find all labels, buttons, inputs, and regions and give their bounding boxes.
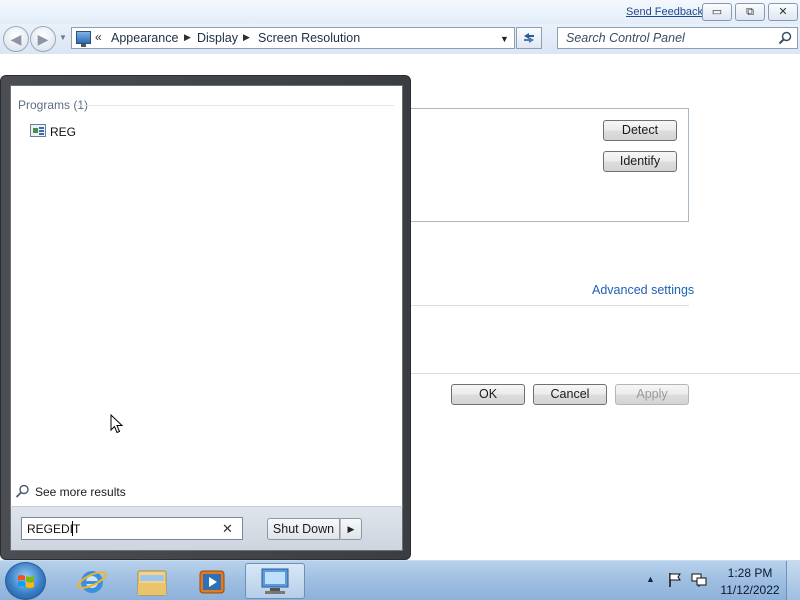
forward-button[interactable]: ▶ — [30, 26, 56, 52]
identify-button[interactable]: Identify — [603, 151, 677, 172]
breadcrumb-separator-icon[interactable]: ▶ — [184, 32, 191, 43]
shut-down-button[interactable]: Shut Down — [267, 518, 340, 540]
close-button[interactable]: ✕ — [768, 3, 798, 21]
breadcrumb-separator-icon[interactable]: ▶ — [243, 32, 250, 43]
search-control-panel-input[interactable]: Search Control Panel — [557, 27, 798, 49]
see-more-results-label: See more results — [35, 485, 126, 499]
show-hidden-icons-button[interactable]: ▲ — [646, 574, 655, 584]
mouse-cursor-icon — [110, 414, 124, 434]
taskbar-windows-explorer[interactable] — [123, 563, 181, 599]
cancel-button[interactable]: Cancel — [533, 384, 607, 405]
start-button[interactable] — [5, 562, 46, 600]
breadcrumb-overflow[interactable]: « — [95, 30, 102, 44]
windows-explorer-icon — [137, 570, 167, 596]
network-icon[interactable] — [691, 572, 707, 588]
clock-time[interactable]: 1:28 PM — [717, 566, 783, 580]
divider — [76, 105, 394, 106]
windows-logo-icon — [18, 575, 34, 588]
refresh-icon — [524, 33, 534, 43]
clear-search-icon[interactable]: ✕ — [222, 521, 233, 537]
divider — [405, 373, 800, 374]
clock-date[interactable]: 11/12/2022 — [717, 583, 783, 597]
chevron-right-icon: ▶ — [347, 524, 355, 534]
taskbar-internet-explorer[interactable] — [63, 563, 121, 599]
control-panel-icon — [76, 31, 91, 47]
address-dropdown-icon[interactable]: ▼ — [500, 34, 509, 44]
title-bar: Send Feedback ▭ ⧉ ✕ — [0, 0, 800, 24]
show-desktop-button[interactable] — [786, 561, 800, 600]
advanced-settings-link[interactable]: Advanced settings — [592, 283, 694, 297]
taskbar-media-player[interactable] — [183, 563, 241, 599]
divider — [405, 305, 689, 306]
search-icon[interactable] — [778, 31, 792, 45]
detect-button[interactable]: Detect — [603, 120, 677, 141]
maximize-button[interactable]: ⧉ — [735, 3, 765, 21]
search-results-pane: Programs (1) REG — [10, 85, 403, 506]
address-bar[interactable]: « Appearance ▶ Display ▶ Screen Resoluti… — [71, 27, 515, 49]
start-search-input[interactable]: REGEDIT ✕ — [21, 517, 243, 540]
text-caret — [72, 521, 73, 536]
minimize-button[interactable]: ▭ — [702, 3, 732, 21]
back-button[interactable]: ◀ — [3, 26, 29, 52]
breadcrumb-screen-resolution[interactable]: Screen Resolution — [258, 31, 360, 45]
control-panel-icon — [261, 568, 289, 594]
ok-button[interactable]: OK — [451, 384, 525, 405]
registry-editor-icon — [30, 124, 46, 137]
breadcrumb-display[interactable]: Display — [197, 31, 238, 45]
action-center-flag-icon[interactable] — [668, 572, 682, 588]
refresh-button[interactable] — [516, 27, 542, 49]
search-placeholder: Search Control Panel — [566, 31, 685, 45]
breadcrumb-appearance[interactable]: Appearance — [111, 31, 178, 45]
taskbar-control-panel[interactable] — [245, 563, 305, 599]
media-player-icon — [199, 570, 225, 594]
program-result-label: REG — [50, 125, 77, 139]
shut-down-options-button[interactable]: ▶ — [340, 518, 362, 540]
apply-button[interactable]: Apply — [615, 384, 689, 405]
search-icon — [15, 484, 29, 498]
taskbar: ▲ 1:28 PM 11/12/2022 — [0, 560, 800, 600]
send-feedback-link[interactable]: Send Feedback — [626, 6, 703, 18]
recent-pages-dropdown-icon[interactable]: ▼ — [59, 33, 67, 42]
internet-explorer-icon — [77, 571, 107, 593]
